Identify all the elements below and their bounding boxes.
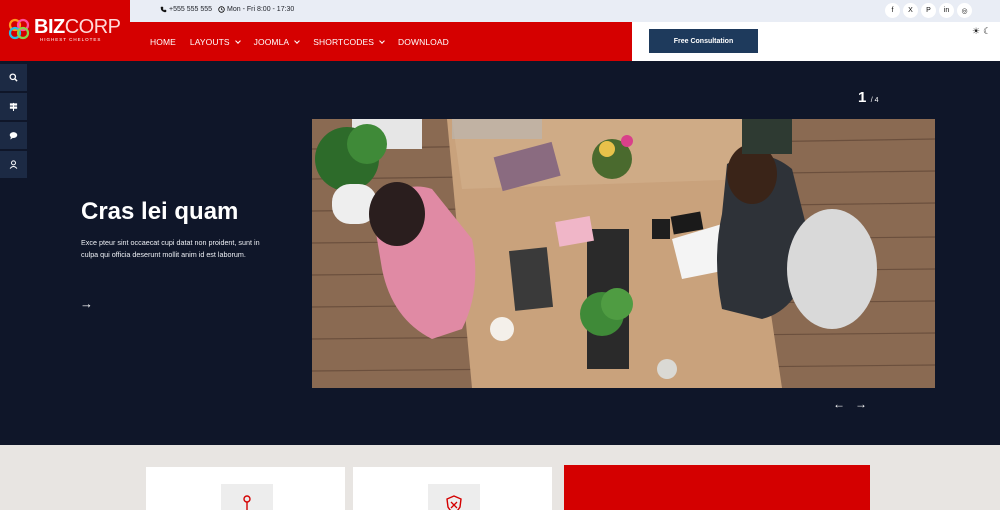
- user-tool[interactable]: [0, 151, 27, 178]
- network-icon: [221, 484, 273, 510]
- opening-hours: Mon - Fri 8:00 - 17:30: [227, 6, 295, 13]
- signpost-tool[interactable]: [0, 93, 27, 120]
- facebook-icon[interactable]: f: [885, 3, 900, 18]
- phone-icon: [160, 6, 167, 13]
- nav-item-home[interactable]: HOME: [150, 37, 176, 47]
- clock-icon: [218, 6, 225, 13]
- user-icon: [9, 160, 18, 169]
- hours-info: Mon - Fri 8:00 - 17:30: [218, 6, 294, 13]
- hero-title: Cras lei quam: [81, 198, 239, 225]
- top-bar: +555 555 555 Mon - Fri 8:00 - 17:30 f X …: [130, 0, 1000, 22]
- signpost-icon: [9, 102, 18, 111]
- hero-description: Exce pteur sint occaecat cupi datat non …: [81, 238, 260, 259]
- chevron-down-icon: [294, 37, 301, 44]
- nav-item-layouts[interactable]: LAYOUTS: [190, 37, 241, 47]
- social-links: f X P in ◎: [885, 3, 972, 18]
- office-photo: [312, 119, 935, 388]
- contact-info: +555 555 555 Mon - Fri 8:00 - 17:30: [160, 6, 294, 13]
- phone-number: +555 555 555: [169, 6, 213, 13]
- free-consultation-button[interactable]: Free Consultation: [649, 29, 758, 53]
- nav-item-download[interactable]: DOWNLOAD: [398, 37, 449, 47]
- nav-item-joomla[interactable]: JOOMLA: [254, 37, 301, 47]
- logo-text: BIZCORP: [34, 16, 121, 38]
- dribbble-icon[interactable]: ◎: [957, 3, 972, 18]
- shield-icon: [428, 484, 480, 510]
- feature-card[interactable]: [353, 467, 552, 510]
- side-toolbar: [0, 64, 27, 180]
- menu: HOME LAYOUTS JOOMLA SHORTCODES DOWNLOAD: [150, 37, 449, 47]
- logo[interactable]: BIZCORP HIGHEST CHELOTES: [0, 0, 130, 61]
- slider-arrows: ← →: [833, 397, 867, 411]
- feature-card[interactable]: [146, 467, 345, 510]
- theme-switcher: ☀ ☾: [972, 26, 1000, 37]
- pinterest-icon[interactable]: P: [921, 3, 936, 18]
- hero-read-more-arrow-icon[interactable]: →: [80, 296, 93, 311]
- chevron-down-icon: [234, 37, 241, 44]
- logo-tagline: HIGHEST CHELOTES: [40, 37, 102, 42]
- linkedin-icon[interactable]: in: [939, 3, 954, 18]
- search-tool[interactable]: [0, 64, 27, 91]
- slide-total: / 4: [870, 97, 879, 104]
- nav-right: Free Consultation ☀ ☾: [632, 22, 1000, 61]
- slide-counter: 1 / 4: [858, 89, 879, 107]
- chat-icon: [9, 132, 18, 140]
- search-icon: [9, 73, 18, 82]
- features-section: [0, 445, 1000, 510]
- chat-tool[interactable]: [0, 122, 27, 149]
- slide-current: 1: [858, 89, 867, 106]
- next-arrow-icon[interactable]: →: [855, 397, 867, 411]
- logo-mark-icon: [8, 18, 30, 40]
- main-nav: HOME LAYOUTS JOOMLA SHORTCODES DOWNLOAD: [130, 22, 632, 61]
- highlight-block: [564, 465, 870, 510]
- sun-icon[interactable]: ☀: [972, 26, 980, 37]
- nav-item-shortcodes[interactable]: SHORTCODES: [313, 37, 385, 47]
- chevron-down-icon: [379, 37, 385, 44]
- moon-icon[interactable]: ☾: [983, 26, 991, 37]
- hero-image: [312, 119, 935, 388]
- phone-info[interactable]: +555 555 555: [160, 6, 212, 13]
- x-icon[interactable]: X: [903, 3, 918, 18]
- hero-slider: Cras lei quam Exce pteur sint occaecat c…: [0, 61, 1000, 445]
- prev-arrow-icon[interactable]: ←: [833, 397, 845, 411]
